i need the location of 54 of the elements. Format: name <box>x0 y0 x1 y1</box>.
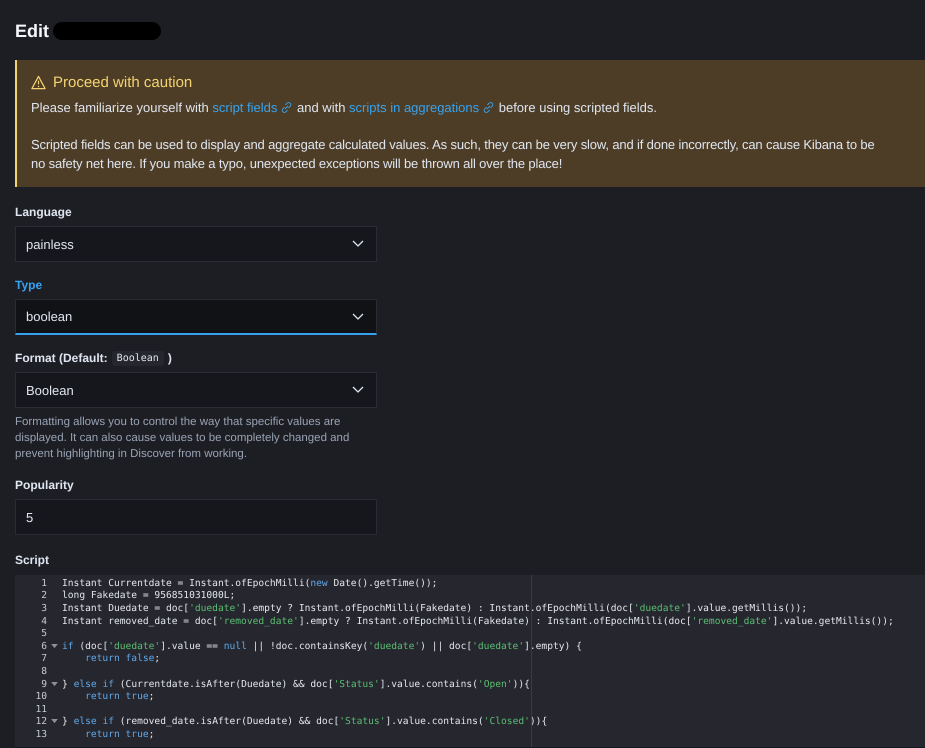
callout-title: Proceed with caution <box>53 74 192 91</box>
fold-arrow-icon[interactable] <box>51 682 58 687</box>
warning-icon <box>31 75 46 90</box>
code-line: if (doc['duedate'].value == null || !doc.containsKey('duedate') || doc['duedate'].empty) { <box>62 640 582 652</box>
line-number: 11 <box>34 704 47 715</box>
fold-arrow-icon[interactable] <box>51 644 58 649</box>
field-label: Script <box>14 553 50 569</box>
line-number: 8 <box>40 666 47 677</box>
line-number: 4 <box>40 616 47 627</box>
callout-text: no safety net here. If you make a typo, unexpected exceptions will be thrown all over the place! <box>31 155 564 173</box>
code-line: Instant removed_date = doc['removed_date'].empty ? Instant.ofEpochMilli(Fakedate) : Instant.ofEpochMilli(doc['removed_date'].value.getMillis()); <box>62 616 894 627</box>
code-line: Instant Currentdate = Instant.ofEpochMilli(new Date().getTime()); <box>62 578 438 589</box>
line-number: 2 <box>40 590 47 602</box>
code-line: return true; <box>85 728 154 740</box>
chevron-down-icon <box>352 312 364 320</box>
line-number: 1 <box>40 578 47 589</box>
number-field[interactable]: 5 <box>15 499 377 535</box>
select-field[interactable]: painless <box>15 226 377 262</box>
default-format-code: Boolean <box>112 350 164 366</box>
docs-link[interactable]: scripts in aggregations <box>349 100 496 115</box>
code-line: Instant Duedate = doc['duedate'].empty ? Instant.ofEpochMilli(Fakedate) : Instant.ofEpochMilli(doc['duedate'].value.getMillis()); <box>62 602 808 614</box>
callout-text: Please familiarize yourself with <box>31 100 210 115</box>
line-number: 10 <box>34 691 47 702</box>
field-label: Type <box>15 278 42 292</box>
field-label: ) <box>168 351 172 365</box>
code-line: long Fakedate = 956851031000L; <box>62 590 236 602</box>
code-line: } else if (removed_date.isAfter(Duedate) && doc['Status'].value.contains('Closed')){ <box>62 716 548 728</box>
chevron-down-icon <box>352 240 364 248</box>
fold-arrow-icon[interactable] <box>51 719 58 724</box>
link-icon <box>280 101 294 114</box>
callout-text: before using scripted fields. <box>498 100 657 115</box>
callout-text: Scripted fields can be used to display and aggregate calculated values. As such, they can be very slow, and if done incorrectly, can cause Kibana to be <box>31 136 876 154</box>
line-number: 5 <box>40 628 47 640</box>
code-line: return true; <box>85 691 154 702</box>
field-label: Language <box>15 205 72 219</box>
line-number: 6 <box>40 640 47 652</box>
link-icon <box>482 101 496 114</box>
code-line: } else if (Currentdate.isAfter(Duedate) && doc['Status'].value.contains('Open')){ <box>62 678 530 690</box>
field-label: Popularity <box>15 478 74 492</box>
line-number: 13 <box>34 728 47 740</box>
callout-text: and with <box>296 100 346 115</box>
help-text: Formatting allows you to control the way that specific values are displayed. It can also cause values to be completely changed and prevent highlighting in Discover from working. <box>15 415 350 462</box>
select-field[interactable]: Boolean <box>15 372 377 408</box>
chevron-down-icon <box>352 386 364 394</box>
docs-link[interactable]: script fields <box>212 100 294 115</box>
page-title: Edit <box>15 20 49 42</box>
line-number: 7 <box>40 653 47 664</box>
line-number: 12 <box>34 716 47 728</box>
line-number: 9 <box>40 678 47 690</box>
code-line: return false; <box>85 653 160 664</box>
field-label: Format (Default: <box>15 351 108 365</box>
select-field[interactable]: boolean <box>15 299 377 335</box>
line-number: 3 <box>40 602 47 614</box>
code-editor[interactable] <box>15 575 925 747</box>
